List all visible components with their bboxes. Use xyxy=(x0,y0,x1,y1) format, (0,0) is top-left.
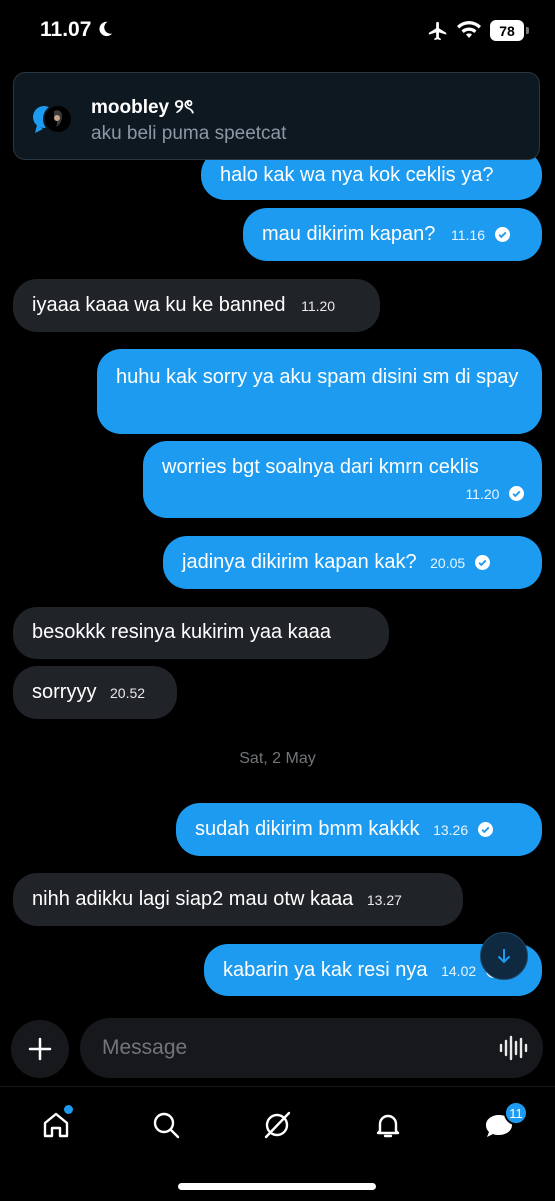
tab-search[interactable] xyxy=(146,1105,186,1145)
message-text: halo kak wa nya kok ceklis ya? xyxy=(220,164,494,186)
message-bubble-outgoing[interactable]: sudah dikirim bmm kakkk 13.26 xyxy=(176,803,542,856)
message-text: huhu kak sorry ya aku spam disini sm di … xyxy=(116,366,519,388)
home-indicator xyxy=(178,1183,376,1190)
message-time: 20.52 xyxy=(110,685,146,701)
message-time: 20.05 xyxy=(430,555,466,571)
message-text: sudah dikirim bmm kakkk xyxy=(195,818,420,840)
message-text: worries bgt soalnya dari kmrn ceklis xyxy=(162,456,479,478)
message-bubble-incoming[interactable]: besokkk resinya kukirim yaa kaaa xyxy=(13,607,389,659)
message-bubble-incoming[interactable]: sorryyy 20.52 xyxy=(13,666,177,719)
messages-unread-badge: 11 xyxy=(504,1101,528,1125)
message-input[interactable] xyxy=(80,1018,543,1078)
tab-grok[interactable] xyxy=(257,1105,297,1145)
scroll-to-bottom-button[interactable] xyxy=(480,932,528,980)
message-bubble-outgoing[interactable]: mau dikirim kapan? 11.16 xyxy=(243,208,542,261)
message-bubble-outgoing[interactable]: huhu kak sorry ya aku spam disini sm di … xyxy=(97,349,542,434)
plus-icon xyxy=(28,1037,52,1061)
delivered-check-icon xyxy=(477,822,493,837)
home-notification-dot xyxy=(62,1103,75,1116)
arrow-down-icon xyxy=(497,949,511,964)
message-time: 14.02 xyxy=(441,963,477,979)
message-bubble-incoming[interactable]: nihh adikku lagi siap2 mau otw kaaa 13.2… xyxy=(13,873,463,926)
message-bubble-outgoing[interactable]: jadinya dikirim kapan kak? 20.05 xyxy=(163,536,542,589)
message-time: 11.20 xyxy=(301,298,336,314)
search-icon xyxy=(153,1112,180,1139)
tab-notifications[interactable] xyxy=(368,1105,408,1145)
message-bubble-outgoing[interactable]: worries bgt soalnya dari kmrn ceklis 11.… xyxy=(143,441,542,518)
message-time: 11.16 xyxy=(450,227,485,243)
bottom-tab-bar: 11 xyxy=(0,1086,555,1201)
grok-icon xyxy=(264,1111,291,1139)
message-time: 13.27 xyxy=(366,892,402,908)
delivered-check-icon xyxy=(494,227,510,242)
message-text: iyaaa kaaa wa ku ke banned xyxy=(32,294,286,316)
message-time: 11.20 xyxy=(465,486,500,502)
message-text: jadinya dikirim kapan kak? xyxy=(182,551,417,573)
message-bubble-incoming[interactable]: iyaaa kaaa wa ku ke banned 11.20 xyxy=(13,279,380,332)
message-text: mau dikirim kapan? xyxy=(262,223,436,245)
message-text: besokkk resinya kukirim yaa kaaa xyxy=(32,621,332,643)
message-time: 13.26 xyxy=(433,822,469,838)
delivered-check-icon xyxy=(474,555,490,570)
message-composer xyxy=(0,1010,555,1086)
message-text: sorryyy xyxy=(32,681,97,703)
notification-avatar xyxy=(33,104,73,134)
bell-icon xyxy=(376,1114,400,1138)
add-attachment-button[interactable] xyxy=(11,1020,69,1078)
message-text: kabarin ya kak resi nya xyxy=(223,959,428,981)
message-text: nihh adikku lagi siap2 mau otw kaaa xyxy=(32,888,354,910)
date-separator: Sat, 2 May xyxy=(239,750,316,767)
voice-message-icon[interactable] xyxy=(498,1035,528,1061)
notification-banner[interactable]: moobley ୨ৎ aku beli puma speetcat xyxy=(13,72,540,160)
delivered-check-icon xyxy=(509,486,524,501)
notification-sender: moobley ୨ৎ xyxy=(91,97,195,118)
notification-message: aku beli puma speetcat xyxy=(91,123,287,144)
